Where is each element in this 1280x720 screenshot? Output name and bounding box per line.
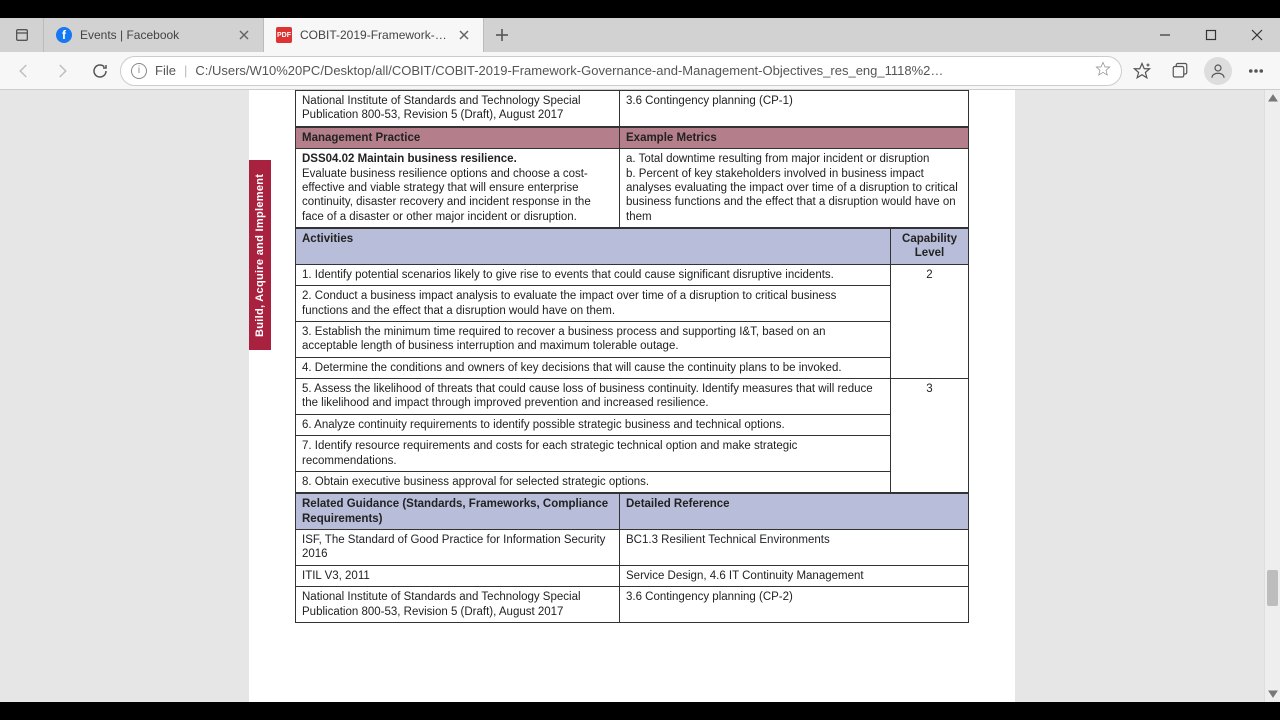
document-area[interactable]: Build, Acquire and Implement National In… (0, 90, 1264, 702)
cell: National Institute of Standards and Tech… (296, 587, 620, 623)
window-close-button[interactable] (1234, 18, 1280, 52)
activity-row: 1. Identify potential scenarios likely t… (296, 264, 891, 285)
close-icon[interactable] (237, 28, 251, 42)
collections-icon[interactable] (1162, 56, 1198, 86)
vertical-scrollbar[interactable] (1264, 90, 1280, 702)
url-separator: | (184, 63, 187, 78)
header-cell: Detailed Reference (620, 494, 969, 530)
url-scheme: File (155, 63, 176, 78)
back-button[interactable] (6, 56, 42, 86)
activity-row: 7. Identify resource requirements and co… (296, 436, 891, 472)
avatar-icon (1204, 57, 1232, 85)
header-cell: Capability Level (891, 229, 969, 265)
forward-button[interactable] (44, 56, 80, 86)
browser-chrome: f Events | Facebook PDF COBIT-2019-Frame… (0, 18, 1280, 90)
activity-row: 5. Assess the likelihood of threats that… (296, 379, 891, 415)
letterbox-top (0, 0, 1280, 18)
activities-table: Activities Capability Level 1. Identify … (295, 228, 969, 493)
metric-b: b. Percent of key stakeholders involved … (626, 168, 958, 223)
favorites-icon[interactable] (1124, 56, 1160, 86)
top-guidance-fragment: National Institute of Standards and Tech… (295, 90, 969, 127)
scroll-up-button[interactable] (1265, 90, 1280, 106)
tab-facebook[interactable]: f Events | Facebook (44, 18, 264, 52)
toolbar-right-icons (1124, 56, 1274, 86)
pdf-icon: PDF (276, 27, 292, 43)
menu-button[interactable] (1238, 56, 1274, 86)
cell: Service Design, 4.6 IT Continuity Manage… (620, 565, 969, 586)
activity-row: 8. Obtain executive business approval fo… (296, 471, 891, 492)
scrollbar-thumb[interactable] (1267, 570, 1278, 606)
tab-label: COBIT-2019-Framework-Govern (300, 28, 449, 42)
practice-body: Evaluate business resilience options and… (302, 168, 591, 223)
maximize-button[interactable] (1188, 18, 1234, 52)
cell: 3.6 Contingency planning (CP-2) (620, 587, 969, 623)
document-viewport: Build, Acquire and Implement National In… (0, 90, 1280, 702)
minimize-button[interactable] (1142, 18, 1188, 52)
profile-button[interactable] (1200, 56, 1236, 86)
activity-row: 4. Determine the conditions and owners o… (296, 357, 891, 378)
site-info-icon[interactable]: i (131, 63, 147, 79)
tab-actions-icon[interactable] (0, 18, 44, 52)
tab-strip: f Events | Facebook PDF COBIT-2019-Frame… (0, 18, 1280, 52)
scrollbar-track[interactable] (1265, 106, 1280, 686)
activity-row: 3. Establish the minimum time required t… (296, 321, 891, 357)
capability-cell: 3 (891, 379, 969, 493)
letterbox-bottom (0, 702, 1280, 720)
cell: DSS04.02 Maintain business resilience. E… (296, 149, 620, 228)
header-cell: Management Practice (296, 127, 620, 148)
refresh-button[interactable] (82, 56, 118, 86)
new-tab-button[interactable] (484, 18, 520, 52)
window-controls (1142, 18, 1280, 52)
activity-row: 6. Analyze continuity requirements to id… (296, 414, 891, 435)
management-practice-table: Management Practice Example Metrics DSS0… (295, 127, 969, 228)
practice-title: DSS04.02 Maintain business resilience. (302, 153, 517, 165)
toolbar: i File | C:/Users/W10%20PC/Desktop/all/C… (0, 52, 1280, 90)
facebook-icon: f (56, 27, 72, 43)
cell: a. Total downtime resulting from major i… (620, 149, 969, 228)
url-path: C:/Users/W10%20PC/Desktop/all/COBIT/COBI… (195, 63, 1087, 78)
related-guidance-table: Related Guidance (Standards, Frameworks,… (295, 493, 969, 623)
pdf-page: Build, Acquire and Implement National In… (249, 90, 1015, 702)
close-icon[interactable] (457, 28, 471, 42)
activity-row: 2. Conduct a business impact analysis to… (296, 286, 891, 322)
header-cell: Related Guidance (Standards, Frameworks,… (296, 494, 620, 530)
tab-cobit-pdf[interactable]: PDF COBIT-2019-Framework-Govern (264, 18, 484, 52)
header-cell: Activities (296, 229, 891, 265)
cell: BC1.3 Resilient Technical Environments (620, 530, 969, 566)
header-cell: Example Metrics (620, 127, 969, 148)
capability-cell: 2 (891, 264, 969, 378)
address-bar[interactable]: i File | C:/Users/W10%20PC/Desktop/all/C… (120, 56, 1122, 86)
cell: National Institute of Standards and Tech… (296, 91, 620, 127)
favorite-star-icon[interactable] (1095, 61, 1111, 80)
cell: ITIL V3, 2011 (296, 565, 620, 586)
cell: ISF, The Standard of Good Practice for I… (296, 530, 620, 566)
scroll-down-button[interactable] (1265, 686, 1280, 702)
cell: 3.6 Contingency planning (CP-1) (620, 91, 969, 127)
tab-label: Events | Facebook (80, 28, 229, 42)
metric-a: a. Total downtime resulting from major i… (626, 153, 929, 165)
